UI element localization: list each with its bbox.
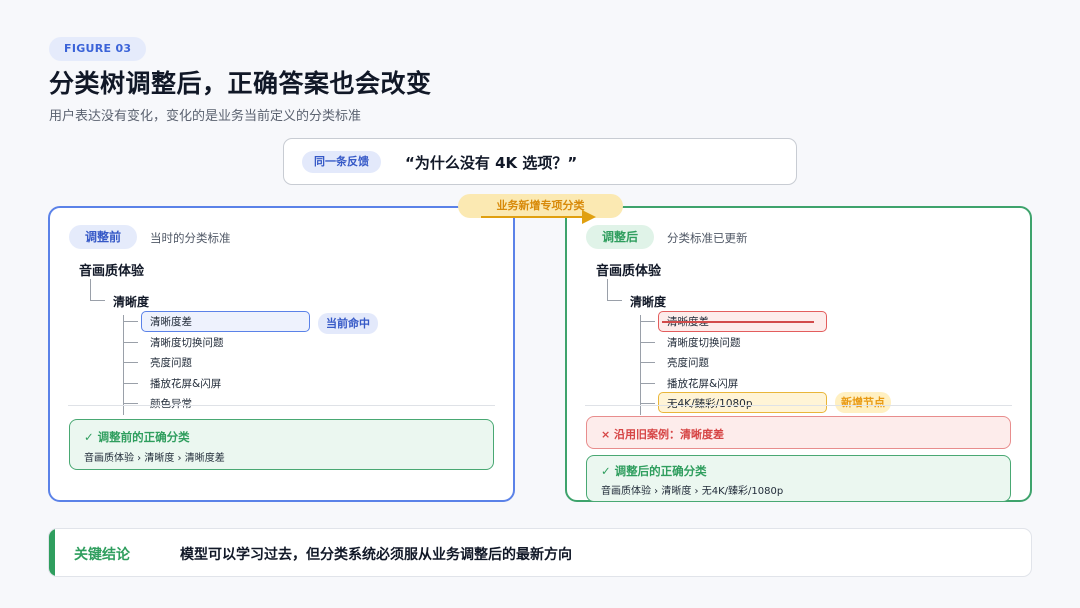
correct-answer-title: ✓ 调整后的正确分类 bbox=[601, 464, 707, 478]
transition-label: 业务新增专项分类 bbox=[458, 194, 623, 218]
tree-leaf: 亮度问题 bbox=[667, 357, 709, 369]
tree-connector bbox=[90, 279, 91, 301]
tree-leaf: 清晰度切换问题 bbox=[150, 337, 224, 349]
correct-answer-path: 音画质体验 › 清晰度 › 清晰度差 bbox=[84, 453, 225, 464]
tree-connector bbox=[640, 315, 641, 415]
accent-bar bbox=[49, 529, 55, 576]
page-title: 分类树调整后，正确答案也会改变 bbox=[49, 69, 432, 98]
conclusion-text: 模型可以学习过去，但分类系统必须服从业务调整后的最新方向 bbox=[180, 547, 572, 563]
tree-root: 音画质体验 bbox=[79, 264, 145, 279]
tree-leaf: 颜色异常 bbox=[150, 398, 192, 410]
before-tag: 调整前 bbox=[69, 225, 138, 249]
page-subtitle: 用户表达没有变化，变化的是业务当前定义的分类标准 bbox=[49, 109, 362, 124]
tree-connector bbox=[123, 342, 138, 343]
new-node-tag: 新增节点 bbox=[835, 392, 891, 413]
tree-leaf: 播放花屏&闪屏 bbox=[667, 378, 739, 390]
tree-branch: 清晰度 bbox=[113, 295, 150, 309]
tree-leaf: 清晰度切换问题 bbox=[667, 337, 741, 349]
correct-answer-path: 音画质体验 › 清晰度 › 无4K/臻彩/1080p bbox=[601, 486, 784, 497]
conclusion-label: 关键结论 bbox=[74, 547, 130, 563]
tree-leaf: 清晰度差 bbox=[150, 316, 192, 328]
after-panel: 调整后 分类标准已更新 音画质体验 清晰度 新增节点 清晰度差 清晰度切换问题 … bbox=[565, 206, 1032, 502]
tree-connector bbox=[123, 403, 138, 404]
conclusion-card: 关键结论 模型可以学习过去，但分类系统必须服从业务调整后的最新方向 bbox=[48, 528, 1032, 577]
current-hit-tag: 当前命中 bbox=[318, 313, 378, 334]
tree-connector bbox=[640, 383, 655, 384]
correct-answer-box: ✓ 调整后的正确分类 音画质体验 › 清晰度 › 无4K/臻彩/1080p bbox=[586, 455, 1011, 502]
old-case-warning: × 沿用旧案例：清晰度差 bbox=[586, 416, 1011, 449]
tree-connector bbox=[123, 362, 138, 363]
tree-leaf: 无4K/臻彩/1080p bbox=[667, 398, 753, 410]
feedback-card: 同一条反馈 “为什么没有 4K 选项？” bbox=[283, 138, 797, 185]
tree-connector bbox=[607, 279, 608, 301]
tree-connector bbox=[123, 315, 124, 415]
tree-leaf: 亮度问题 bbox=[150, 357, 192, 369]
correct-answer-box: ✓ 调整前的正确分类 音画质体验 › 清晰度 › 清晰度差 bbox=[69, 419, 494, 470]
arrow-head-icon bbox=[582, 210, 596, 224]
tree-connector bbox=[123, 321, 138, 322]
tree-branch: 清晰度 bbox=[630, 295, 667, 309]
tree-connector bbox=[640, 362, 655, 363]
strikethrough-line bbox=[662, 321, 814, 323]
correct-answer-title: ✓ 调整前的正确分类 bbox=[84, 430, 190, 444]
tree-leaf: 播放花屏&闪屏 bbox=[150, 378, 222, 390]
before-panel: 调整前 当时的分类标准 音画质体验 清晰度 当前命中 清晰度差 清晰度切换问题 … bbox=[48, 206, 515, 502]
old-case-text: × 沿用旧案例：清晰度差 bbox=[601, 428, 725, 441]
divider bbox=[585, 405, 1012, 406]
feedback-quote: “为什么没有 4K 选项？” bbox=[405, 154, 578, 172]
tree-connector bbox=[90, 300, 105, 301]
tree-connector bbox=[640, 342, 655, 343]
tree-connector bbox=[607, 300, 622, 301]
figure-label: FIGURE 03 bbox=[49, 37, 147, 61]
tree-connector bbox=[640, 321, 655, 322]
divider bbox=[68, 405, 495, 406]
before-caption: 当时的分类标准 bbox=[150, 231, 231, 245]
after-caption: 分类标准已更新 bbox=[667, 231, 748, 245]
tree-connector bbox=[640, 403, 655, 404]
tree-connector bbox=[123, 383, 138, 384]
feedback-tag: 同一条反馈 bbox=[302, 151, 381, 173]
tree-root: 音画质体验 bbox=[596, 264, 662, 279]
after-tag: 调整后 bbox=[586, 225, 655, 249]
transition-arrow bbox=[481, 216, 585, 218]
